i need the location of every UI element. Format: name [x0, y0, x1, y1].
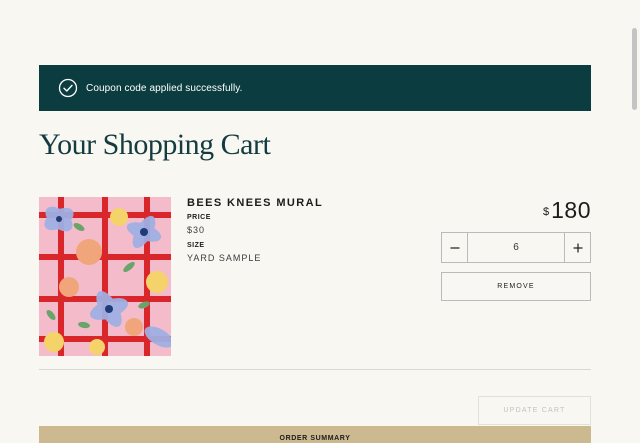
size-value: YARD SAMPLE	[187, 253, 262, 263]
plus-icon	[573, 243, 582, 252]
coupon-message: Coupon code applied successfully.	[86, 82, 243, 94]
remove-item-button[interactable]: REMOVE	[441, 272, 591, 301]
update-cart-button[interactable]: UPDATE CART	[478, 396, 591, 425]
order-summary-label: ORDER SUMMARY	[279, 435, 351, 442]
line-total-amount: 180	[551, 197, 591, 223]
minus-icon	[450, 246, 459, 249]
scrollbar-thumb[interactable]	[632, 28, 637, 110]
decrease-quantity-button[interactable]	[442, 233, 468, 262]
quantity-input[interactable]	[468, 233, 564, 262]
page-title: Your Shopping Cart	[39, 128, 271, 161]
product-image[interactable]	[39, 197, 171, 356]
coupon-success-banner: Coupon code applied successfully.	[39, 65, 591, 111]
line-total: $ 180	[543, 197, 591, 224]
line-total-currency: $	[543, 206, 550, 218]
cart-divider	[39, 369, 591, 370]
increase-quantity-button[interactable]	[564, 233, 590, 262]
size-label: SIZE	[187, 242, 205, 249]
price-value: $30	[187, 225, 206, 235]
quantity-stepper	[441, 232, 591, 263]
product-name[interactable]: BEES KNEES MURAL	[187, 197, 323, 209]
check-circle-icon	[58, 78, 78, 98]
page-scrollbar[interactable]	[630, 0, 640, 443]
order-summary-header: ORDER SUMMARY	[39, 426, 591, 443]
price-label: PRICE	[187, 214, 211, 221]
